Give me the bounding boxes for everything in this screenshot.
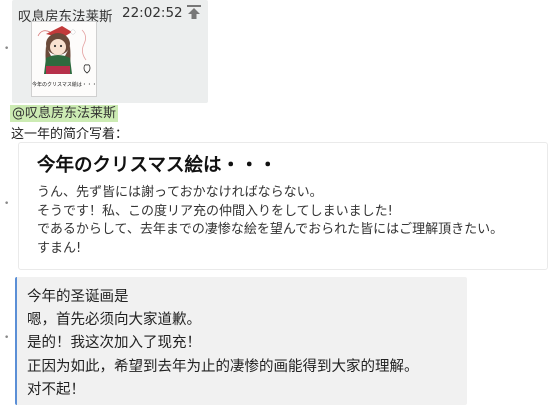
profile-card: 今年のクリスマス絵は・・・ うん、先ず皆には謝っておかなければならない。 そうで… <box>18 142 548 270</box>
card-line: うん、先ず皆には謝っておかなければならない。 <box>37 185 323 200</box>
translation-line: 正因为如此，希望到去年为止的凄惨的画能得到大家的理解。 <box>27 358 419 375</box>
card-line: であるからして、去年までの凄惨な絵を望んでおられた皆にはご理解頂きたい。 <box>37 222 504 237</box>
card-body: うん、先ず皆には謝っておかなければならない。 そうです！私、この度リア充の仲間入… <box>37 184 503 258</box>
quoted-image[interactable]: 今年のクリスマス絵は・・・ <box>31 21 97 97</box>
translation-line: 今年的圣诞画是 <box>27 289 129 305</box>
translation-body: 今年的圣诞画是 嗯，首先必须向大家道歉。 是的！我这次加入了现充！ 正因为如此，… <box>27 286 419 402</box>
bullet: • <box>4 44 10 54</box>
quote-time: 22:02:52 <box>122 5 183 21</box>
intro-text: 这一年的简介写着： <box>11 127 129 142</box>
bullet: • <box>4 333 10 343</box>
translation-line: 对不起！ <box>27 381 85 398</box>
translation-line: 是的！我这次加入了现充！ <box>27 335 201 352</box>
mention-tag[interactable]: @叹息房东法莱斯 <box>10 105 119 122</box>
card-line: すまん! <box>37 240 82 256</box>
quoted-message[interactable]: 叹息房东法莱斯 22:02:52 今年のクリスマス絵は・・・ <box>12 0 208 103</box>
image-caption: 今年のクリスマス絵は・・・ <box>32 82 96 88</box>
translation-message: 今年的圣诞画是 嗯，首先必须向大家道歉。 是的！我这次加入了现充！ 正因为如此，… <box>15 277 467 405</box>
card-title: 今年のクリスマス絵は・・・ <box>37 155 277 176</box>
card-line: そうです！私、この度リア充の仲間入りをしてしまいました! <box>37 203 393 219</box>
upload-arrow-icon[interactable] <box>186 4 202 20</box>
bullet: • <box>4 199 10 209</box>
translation-line: 嗯，首先必须向大家道歉。 <box>27 312 201 329</box>
